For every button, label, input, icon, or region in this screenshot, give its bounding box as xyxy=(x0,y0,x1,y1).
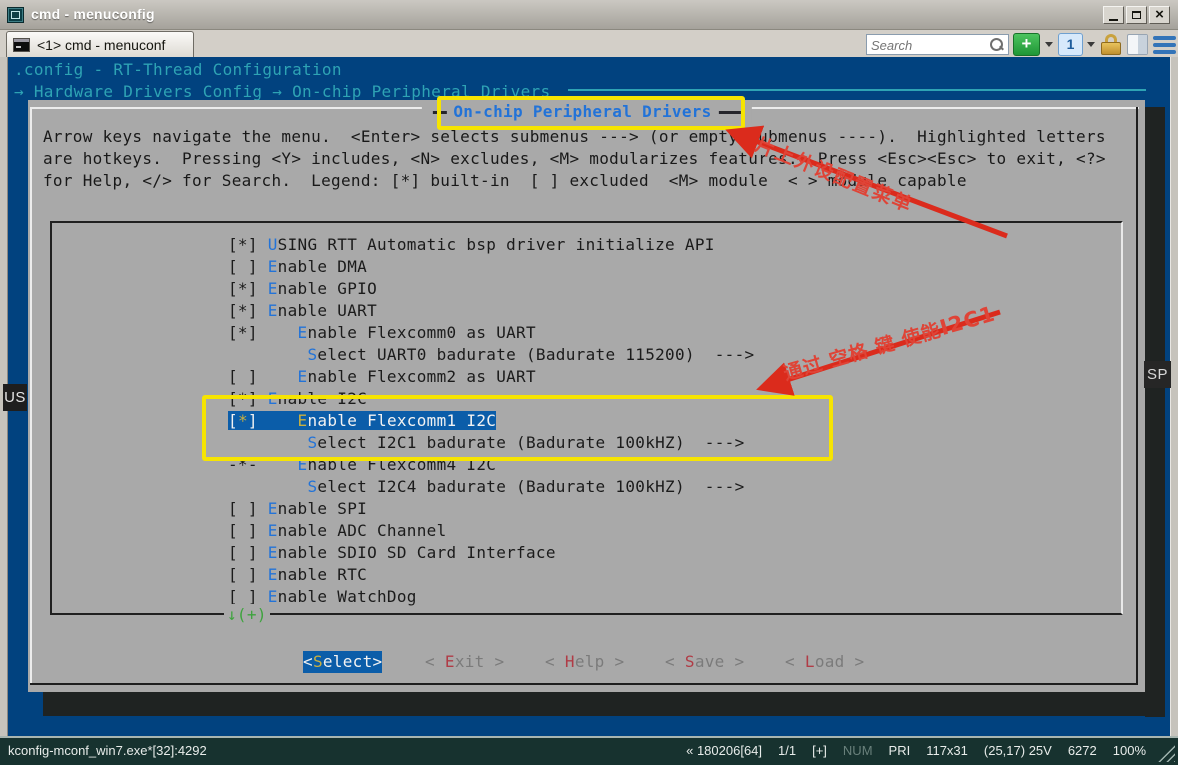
status-page: 1/1 xyxy=(778,743,796,758)
menu-item[interactable]: [*] Enable UART xyxy=(228,300,377,322)
menu-item[interactable]: [*] USING RTT Automatic bsp driver initi… xyxy=(228,234,715,256)
menu-item[interactable]: [ ] Enable RTC xyxy=(228,564,367,586)
highlight-box-i2c xyxy=(202,395,833,461)
menu-item[interactable]: [ ] Enable Flexcomm2 as UART xyxy=(228,366,536,388)
menu-item[interactable]: Select UART0 badurate (Badurate 115200) … xyxy=(228,344,754,366)
keyboard-layout-indicator-left: US xyxy=(3,384,27,411)
help-line: for Help, </> for Search. Legend: [*] bu… xyxy=(43,170,967,192)
menu-item[interactable]: [*] Enable Flexcomm0 as UART xyxy=(228,322,536,344)
tab-bar: <1> cmd - menuconf + 1 xyxy=(0,30,1178,57)
save-button[interactable]: < Save > xyxy=(665,651,744,673)
lock-icon[interactable] xyxy=(1101,34,1121,55)
window-border-right xyxy=(1170,57,1171,736)
status-num: NUM xyxy=(843,743,873,758)
menu-item[interactable]: [*] Enable GPIO xyxy=(228,278,377,300)
status-zoom: 100% xyxy=(1113,743,1146,758)
search-input[interactable] xyxy=(869,36,985,55)
exit-button[interactable]: < Exit > xyxy=(425,651,504,673)
console-icon xyxy=(13,38,30,52)
panes-icon[interactable] xyxy=(1127,34,1148,55)
dialog-shadow-bottom xyxy=(43,692,1165,716)
status-bar: kconfig-mconf_win7.exe*[32]:4292 « 18020… xyxy=(0,736,1178,765)
status-pri: PRI xyxy=(889,743,911,758)
search-icon xyxy=(989,37,1004,52)
dialog-shadow-right xyxy=(1145,107,1165,717)
tab-label: <1> cmd - menuconf xyxy=(37,37,165,53)
menu-item[interactable]: [ ] Enable ADC Channel xyxy=(228,520,447,542)
search-box xyxy=(866,34,1009,55)
scroll-down-indicator: ↓(+) xyxy=(224,604,270,626)
menu-item[interactable]: [ ] Enable SDIO SD Card Interface xyxy=(228,542,556,564)
window-title: cmd - menuconfig xyxy=(31,6,155,22)
resize-grip[interactable] xyxy=(1155,742,1175,762)
status-mem: 6272 xyxy=(1068,743,1097,758)
menu-item[interactable]: Select I2C4 badurate (Badurate 100kHZ) -… xyxy=(228,476,745,498)
menu-item[interactable]: [ ] Enable DMA xyxy=(228,256,367,278)
tab-cmd-menuconfig[interactable]: <1> cmd - menuconf xyxy=(6,31,194,57)
minimize-button[interactable] xyxy=(1103,6,1124,24)
menu-item[interactable]: [ ] Enable SPI xyxy=(228,498,367,520)
status-console-id: « 180206[64] xyxy=(686,743,762,758)
highlight-box-title xyxy=(437,96,745,130)
help-line: are hotkeys. Pressing <Y> includes, <N> … xyxy=(43,148,1106,170)
new-console-dropdown-icon[interactable] xyxy=(1045,42,1053,47)
status-cursor: (25,17) 25V xyxy=(984,743,1052,758)
breadcrumb-rule xyxy=(568,89,1146,91)
conemu-window: cmd - menuconfig × <1> cmd - menuconf + … xyxy=(0,0,1178,765)
console-list-dropdown-icon[interactable] xyxy=(1087,42,1095,47)
app-icon xyxy=(7,7,24,23)
select-button[interactable]: <Select> xyxy=(303,651,382,673)
status-stats: « 180206[64] 1/1 [+] NUM PRI 117x31 (25,… xyxy=(686,743,1146,758)
close-icon: × xyxy=(1155,8,1164,22)
keyboard-layout-indicator-right: SP xyxy=(1144,361,1171,388)
maximize-icon xyxy=(1132,11,1141,19)
maximize-button[interactable] xyxy=(1126,6,1147,24)
close-button[interactable]: × xyxy=(1149,6,1170,24)
status-plus: [+] xyxy=(812,743,827,758)
backtitle: .config - RT-Thread Configuration xyxy=(14,59,342,81)
status-process: kconfig-mconf_win7.exe*[32]:4292 xyxy=(8,743,207,758)
titlebar: cmd - menuconfig × xyxy=(0,0,1178,30)
status-size: 117x31 xyxy=(926,743,968,758)
load-button[interactable]: < Load > xyxy=(785,651,864,673)
minimize-icon xyxy=(1109,19,1118,21)
new-console-button[interactable]: + xyxy=(1013,33,1040,56)
console-number-button[interactable]: 1 xyxy=(1058,33,1083,56)
help-button[interactable]: < Help > xyxy=(545,651,624,673)
hamburger-menu-icon[interactable] xyxy=(1153,36,1176,54)
